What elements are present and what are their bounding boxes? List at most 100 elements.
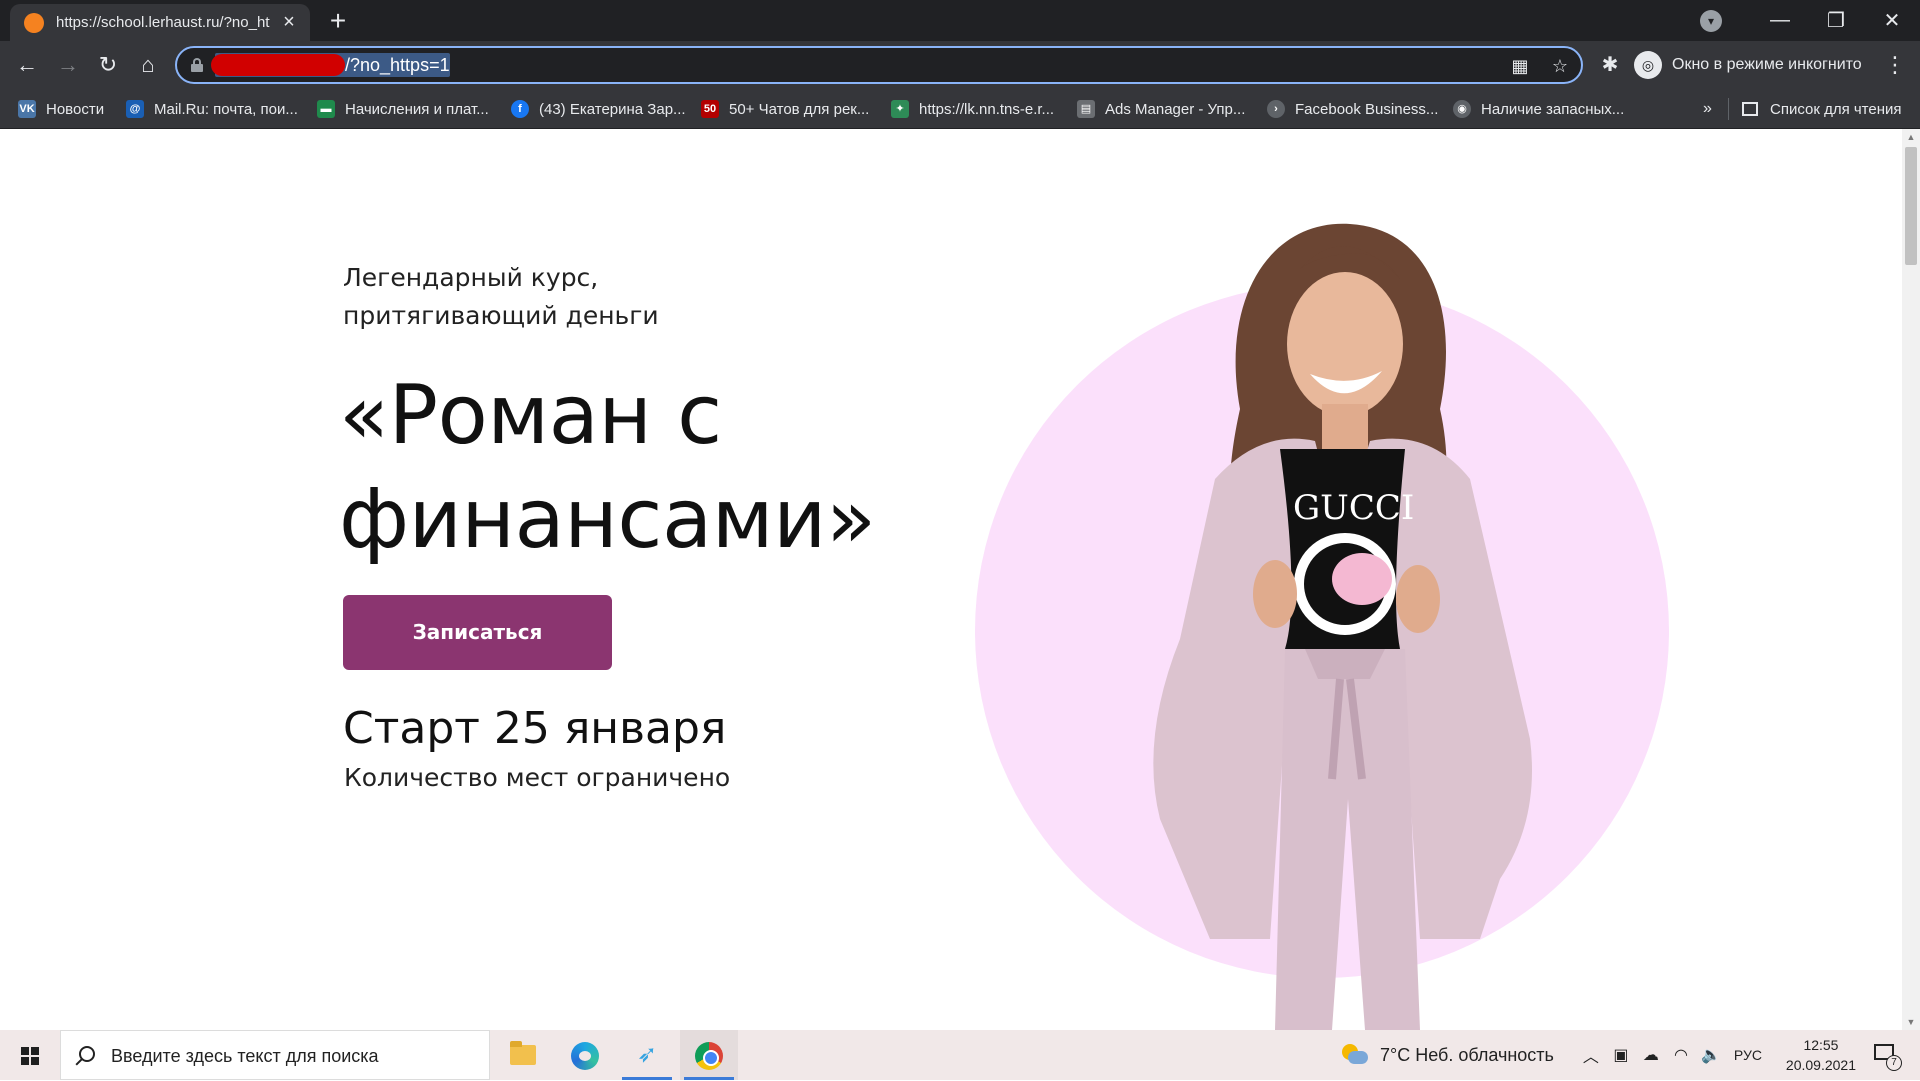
bird-app-icon: ➶ bbox=[636, 1041, 658, 1068]
taskbar-search-placeholder: Введите здесь текст для поиска bbox=[111, 1046, 379, 1066]
folder-icon bbox=[510, 1041, 536, 1065]
course-tagline: Легендарный курс, притягивающий деньги bbox=[343, 259, 843, 335]
scroll-down-arrow-icon[interactable]: ▼ bbox=[1902, 1014, 1920, 1030]
windows-logo-icon bbox=[21, 1047, 39, 1065]
reload-button[interactable]: ↻ bbox=[93, 50, 123, 80]
bookmark-label: https://lk.nn.tns-e.r... bbox=[919, 100, 1055, 118]
signup-button[interactable]: Записаться bbox=[343, 595, 612, 670]
weather-icon[interactable] bbox=[1340, 1044, 1368, 1066]
bookmark-item[interactable]: 50 50+ Чатов для рек... bbox=[701, 89, 869, 129]
new-tab-button[interactable]: + bbox=[322, 6, 354, 36]
mailru-icon: @ bbox=[126, 100, 144, 118]
bookmarks-divider bbox=[1728, 98, 1729, 120]
course-title: «Роман с финансами» bbox=[339, 364, 939, 572]
reading-list-icon bbox=[1742, 102, 1758, 116]
bookmark-star-icon[interactable]: ☆ bbox=[1549, 55, 1571, 77]
minimize-button[interactable]: — bbox=[1752, 9, 1808, 32]
start-date: Старт 25 января bbox=[343, 703, 727, 754]
notification-count-badge: 7 bbox=[1886, 1055, 1902, 1071]
tagline-line-1: Легендарный курс, bbox=[343, 263, 599, 292]
taskbar-edge[interactable] bbox=[556, 1030, 614, 1080]
chrome-icon bbox=[695, 1042, 723, 1070]
bookmark-item[interactable]: f (43) Екатерина Зар... bbox=[511, 89, 686, 129]
clock-date: 20.09.2021 bbox=[1785, 1057, 1856, 1073]
limited-seats-note: Количество мест ограничено bbox=[344, 763, 731, 792]
ads-manager-icon: ▤ bbox=[1077, 100, 1095, 118]
taskbar-messenger[interactable]: ➶ bbox=[618, 1030, 676, 1080]
leaf-icon: ✦ bbox=[891, 100, 909, 118]
bookmark-label: Новости bbox=[46, 100, 105, 118]
incognito-indicator[interactable]: ◎ Окно в режиме инкогнито bbox=[1634, 46, 1862, 84]
bookmark-label: Facebook Business... bbox=[1295, 100, 1439, 118]
taskbar-chrome[interactable] bbox=[680, 1030, 738, 1080]
facebook-business-icon: › bbox=[1267, 100, 1285, 118]
incognito-icon: ◎ bbox=[1634, 51, 1662, 79]
onedrive-icon[interactable]: ☁ bbox=[1636, 1045, 1666, 1065]
system-clock[interactable]: 12:55 20.09.2021 bbox=[1776, 1035, 1866, 1075]
title-line-1: «Роман с bbox=[339, 368, 722, 463]
bookmark-label: Начисления и плат... bbox=[345, 100, 489, 118]
qr-code-icon[interactable]: ▦ bbox=[1509, 55, 1531, 77]
bookmark-label: Наличие запасных... bbox=[1481, 100, 1625, 118]
browser-toolbar: ← → ↻ ⌂ /?no_https=1 ▦ ☆ ✱ ◎ Окно в режи… bbox=[0, 41, 1920, 89]
site-favicon-icon bbox=[24, 12, 44, 33]
facebook-icon: f bbox=[511, 100, 529, 118]
window-controls: ▾ — ❐ ✕ bbox=[1700, 0, 1920, 41]
volume-icon[interactable]: 🔈 bbox=[1696, 1045, 1726, 1065]
address-bar[interactable]: /?no_https=1 ▦ ☆ bbox=[175, 46, 1583, 84]
tab-close-icon[interactable]: × bbox=[278, 11, 300, 34]
lock-icon[interactable] bbox=[191, 58, 203, 72]
restore-button[interactable]: ❐ bbox=[1808, 8, 1864, 33]
title-line-2: финансами» bbox=[339, 472, 876, 567]
tab-title: https://school.lerhaust.ru/?no_https=1 bbox=[56, 14, 270, 31]
bookmark-item[interactable]: @ Mail.Ru: почта, пои... bbox=[126, 89, 298, 129]
svg-text:GUCCI: GUCCI bbox=[1293, 488, 1414, 528]
bookmark-item[interactable]: ◉ Наличие запасных... bbox=[1453, 89, 1624, 129]
scrollbar-thumb[interactable] bbox=[1905, 147, 1917, 265]
forward-button[interactable]: → bbox=[53, 50, 83, 80]
chats-icon: 50 bbox=[701, 100, 719, 118]
start-button[interactable] bbox=[0, 1030, 58, 1080]
reading-list-button[interactable]: Список для чтения bbox=[1742, 89, 1902, 129]
wifi-icon[interactable]: ◠ bbox=[1666, 1045, 1696, 1065]
taskbar-search-box[interactable]: Введите здесь текст для поиска bbox=[60, 1030, 490, 1080]
bookmark-item[interactable]: VK Новости bbox=[18, 89, 104, 129]
back-button[interactable]: ← bbox=[12, 50, 42, 80]
scroll-up-arrow-icon[interactable]: ▲ bbox=[1902, 129, 1920, 145]
bookmark-label: Ads Manager - Упр... bbox=[1105, 100, 1246, 118]
bookmark-label: Mail.Ru: почта, пои... bbox=[154, 100, 298, 118]
bookmark-item[interactable]: ✦ https://lk.nn.tns-e.r... bbox=[891, 89, 1054, 129]
browser-tab[interactable]: https://school.lerhaust.ru/?no_https=1 × bbox=[10, 4, 310, 41]
bank-icon: ▬ bbox=[317, 100, 335, 118]
bookmark-label: 50+ Чатов для рек... bbox=[729, 100, 870, 118]
extensions-icon[interactable]: ✱ bbox=[1596, 50, 1624, 80]
weather-text[interactable]: 7°C Неб. облачность bbox=[1380, 1045, 1554, 1066]
bookmark-item[interactable]: ▬ Начисления и плат... bbox=[317, 89, 489, 129]
vk-icon: VK bbox=[18, 100, 36, 118]
taskbar-file-explorer[interactable] bbox=[494, 1030, 552, 1080]
page-viewport: Легендарный курс, притягивающий деньги «… bbox=[0, 129, 1920, 1030]
home-button[interactable]: ⌂ bbox=[133, 50, 163, 80]
page-scrollbar[interactable]: ▲ ▼ bbox=[1902, 129, 1920, 1030]
bookmark-label: (43) Екатерина Зар... bbox=[539, 100, 686, 118]
browser-menu-icon[interactable]: ⋮ bbox=[1880, 50, 1910, 80]
bookmark-item[interactable]: › Facebook Business... bbox=[1267, 89, 1438, 129]
bookmarks-overflow-icon[interactable]: » bbox=[1703, 89, 1712, 129]
show-hidden-icons-chevron-icon[interactable]: ︿ bbox=[1576, 1043, 1606, 1067]
hero-photo-woman: GUCCI bbox=[1153, 223, 1532, 1030]
tagline-line-2: притягивающий деньги bbox=[343, 301, 659, 330]
meet-now-icon[interactable]: ▣ bbox=[1606, 1045, 1636, 1065]
system-tray: 7°C Неб. облачность ︿ ▣ ☁ ◠ 🔈 РУС 12:55 … bbox=[1340, 1030, 1866, 1080]
input-language[interactable]: РУС bbox=[1734, 1047, 1762, 1063]
redacted-url-mark bbox=[211, 54, 345, 76]
tab-search-icon[interactable]: ▾ bbox=[1700, 9, 1722, 32]
tab-strip: https://school.lerhaust.ru/?no_https=1 ×… bbox=[0, 0, 1920, 41]
notification-center-button[interactable]: 7 bbox=[1870, 1040, 1902, 1071]
incognito-label: Окно в режиме инкогнито bbox=[1672, 56, 1862, 73]
edge-icon bbox=[571, 1042, 599, 1070]
windows-taskbar: Введите здесь текст для поиска ➶ 7°C Неб… bbox=[0, 1030, 1920, 1080]
bookmark-item[interactable]: ▤ Ads Manager - Упр... bbox=[1077, 89, 1245, 129]
close-window-button[interactable]: ✕ bbox=[1864, 8, 1920, 33]
clock-time: 12:55 bbox=[1803, 1037, 1839, 1053]
search-icon bbox=[79, 1046, 95, 1062]
